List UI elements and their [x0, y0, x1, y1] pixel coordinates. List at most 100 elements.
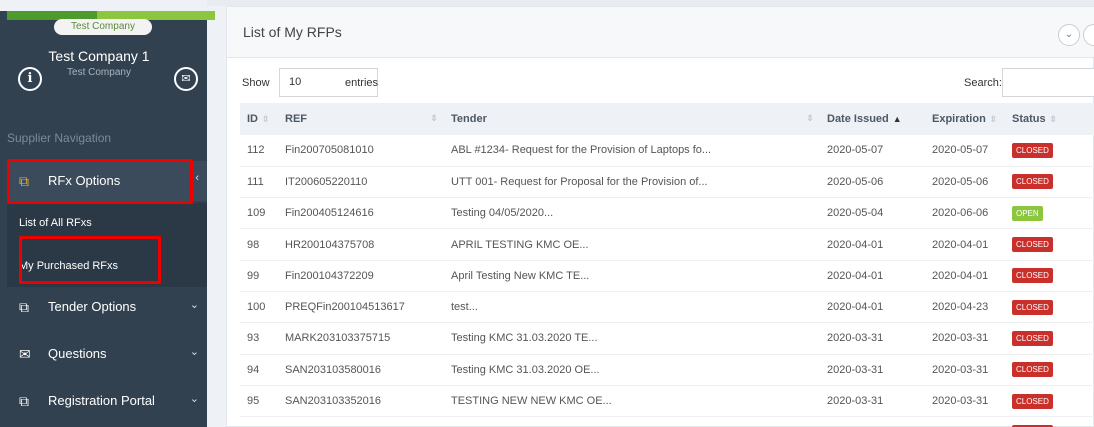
cell-tender: test...	[444, 291, 820, 324]
envelope-icon[interactable]: ✉	[174, 67, 198, 91]
company-logo: Test Company	[54, 19, 152, 35]
cell-expiration: 2020-03-31	[925, 385, 1005, 418]
copy-icon: ⧉	[19, 393, 29, 409]
cell-expiration: 2020-03-31	[925, 322, 1005, 355]
cell-status: CLOSED	[1005, 385, 1094, 418]
cell-tender: Testing KMC 31.03.2020 OE...	[444, 354, 820, 386]
table-row[interactable]: 95 SAN203103352016 TESTING NEW NEW KMC OE.…	[240, 385, 1094, 418]
table-row[interactable]: 112 Fin200705081010 ABL #1234- Request for…	[240, 135, 1094, 167]
cell-expiration: 2020-03-31	[925, 354, 1005, 386]
table-row[interactable]: 99 Fin200104372209 April Testing New KMC T…	[240, 260, 1094, 292]
column-header-tender[interactable]: Tender ⇳	[444, 103, 820, 135]
column-header-id[interactable]: ID ⇳	[240, 103, 278, 135]
status-badge: CLOSED	[1012, 174, 1053, 190]
cell-ref: SAN203103580016	[278, 354, 444, 386]
highlight-rfx-options	[7, 159, 193, 204]
cell-id: 99	[240, 260, 278, 292]
cell-ref: PREQFin200104513617	[278, 291, 444, 324]
sidebar-subitem-list-all-rfxs[interactable]: List of All RFxs	[19, 217, 92, 229]
page-title: List of My RFPs	[243, 24, 342, 40]
table-row[interactable]: 98 HR200104375708 APRIL TESTING KMC OE... 2…	[240, 228, 1094, 261]
sort-icon: ⇳	[1049, 114, 1058, 124]
sort-icon: ⇳	[806, 113, 814, 123]
panel-action-button[interactable]	[1083, 24, 1094, 46]
column-header-status[interactable]: Status ⇳	[1005, 103, 1094, 135]
cell-id: 111	[240, 166, 278, 199]
table-row[interactable]: 93 MARK203103375715 Testing KMC 31.03.2020…	[240, 322, 1094, 355]
search-input[interactable]	[1002, 68, 1094, 97]
cell-date-issued: 2020-04-01	[820, 260, 925, 292]
cell-id: 100	[240, 291, 278, 324]
sort-icon: ⇳	[989, 114, 998, 124]
sidebar-item-questions[interactable]: ✉ Questions ⌄	[7, 334, 207, 374]
status-badge: CLOSED	[1012, 237, 1053, 253]
status-badge: CLOSED	[1012, 330, 1053, 346]
panel-header: List of My RFPs ⌄	[227, 7, 1094, 58]
cell-ref: HR200104375708	[278, 228, 444, 261]
cell-date-issued: 2020-05-06	[820, 166, 925, 199]
entries-label: entries	[345, 77, 379, 89]
cell-expiration: 2020-05-07	[925, 135, 1005, 167]
column-header-date-issued[interactable]: Date Issued ▲	[820, 103, 925, 135]
sidebar-item-label: Tender Options	[48, 299, 137, 314]
cell-ref: Fin200705081010	[278, 135, 444, 167]
highlight-my-purchased-rfxs	[19, 236, 161, 284]
cell-date-issued: 2020-04-01	[820, 291, 925, 324]
cell-status: CLOSED	[1005, 228, 1094, 261]
cell-status: CLOSED	[1005, 416, 1094, 427]
cell-date-issued: 2020-04-01	[820, 228, 925, 261]
cell-expiration: 2020-04-01	[925, 228, 1005, 261]
sidebar-item-registration-portal[interactable]: ⧉ Registration Portal ⌄	[7, 381, 207, 421]
cell-id: 94	[240, 354, 278, 386]
chevron-down-icon: ⌄	[189, 346, 199, 358]
cell-id: 109	[240, 197, 278, 230]
column-header-ref[interactable]: REF ⇳	[278, 103, 444, 135]
sidebar: Test Company i Test Company 1 Test Compa…	[0, 0, 215, 427]
column-header-expiration[interactable]: Expiration ⇳	[925, 103, 1005, 135]
chevron-down-icon: ⌄	[189, 393, 199, 405]
cell-ref: MARK203103375715	[278, 322, 444, 355]
envelope-icon: ✉	[19, 346, 31, 362]
rfp-panel: List of My RFPs ⌄ Show 10 entries Search…	[226, 6, 1094, 427]
cell-status: CLOSED	[1005, 354, 1094, 386]
status-badge: CLOSED	[1012, 268, 1053, 284]
status-badge: OPEN	[1012, 205, 1043, 221]
cell-tender: ABL #1234- Request for the Provision of …	[444, 135, 820, 167]
search-label: Search:	[964, 77, 1002, 89]
sidebar-item-tender-options[interactable]: ⧉ Tender Options ⌄	[7, 287, 207, 327]
status-badge: CLOSED	[1012, 362, 1053, 378]
cell-expiration: 2020-04-23	[925, 291, 1005, 324]
cell-tender: TESTING NEW NEW KMC OE...	[444, 385, 820, 418]
cell-status: OPEN	[1005, 197, 1094, 230]
cell-ref: Fin200405124616	[278, 197, 444, 230]
table-row[interactable]: 100 PREQFin200104513617 test... 2020-04-01 2…	[240, 291, 1094, 324]
cell-ref: IT200605220110	[278, 166, 444, 199]
sort-icon: ⇳	[430, 113, 438, 123]
cell-date-issued: 2020-03-31	[820, 416, 925, 427]
cell-id: 96	[240, 416, 278, 427]
cell-date-issued: 2020-03-31	[820, 354, 925, 386]
table-row[interactable]: 109 Fin200405124616 Testing 04/05/2020... 2…	[240, 197, 1094, 230]
cell-tender: UTT 001- Request for Proposal for the Pr…	[444, 166, 820, 199]
cell-id: 93	[240, 322, 278, 355]
company-name: Test Company 1	[48, 48, 150, 64]
table-row[interactable]: 96MARK203103082516TESTING NEW NEW KMC TE…	[240, 416, 1094, 427]
sidebar-heading: Supplier Navigation	[7, 131, 112, 145]
cell-ref: SAN203103352016	[278, 385, 444, 418]
collapse-button[interactable]: ⌄	[1058, 24, 1080, 46]
cell-expiration: 2020-06-06	[925, 197, 1005, 230]
table-row[interactable]: 94 SAN203103580016 Testing KMC 31.03.2020 …	[240, 354, 1094, 386]
table-row[interactable]: 111 IT200605220110 UTT 001- Request for Pr…	[240, 166, 1094, 199]
cell-id: 95	[240, 385, 278, 418]
cell-tender: Testing 04/05/2020...	[444, 197, 820, 230]
cell-tender: Testing KMC 31.03.2020 TE...	[444, 322, 820, 355]
cell-expiration: 2020-04-01	[925, 260, 1005, 292]
sort-icon: ⇳	[262, 114, 270, 124]
sidebar-item-label: Registration Portal	[48, 393, 155, 408]
status-badge: CLOSED	[1012, 142, 1053, 158]
cell-id: 98	[240, 228, 278, 261]
cell-tender: APRIL TESTING KMC OE...	[444, 228, 820, 261]
cell-tender: April Testing New KMC TE...	[444, 260, 820, 292]
cell-date-issued: 2020-05-04	[820, 197, 925, 230]
cell-date-issued: 2020-03-31	[820, 322, 925, 355]
